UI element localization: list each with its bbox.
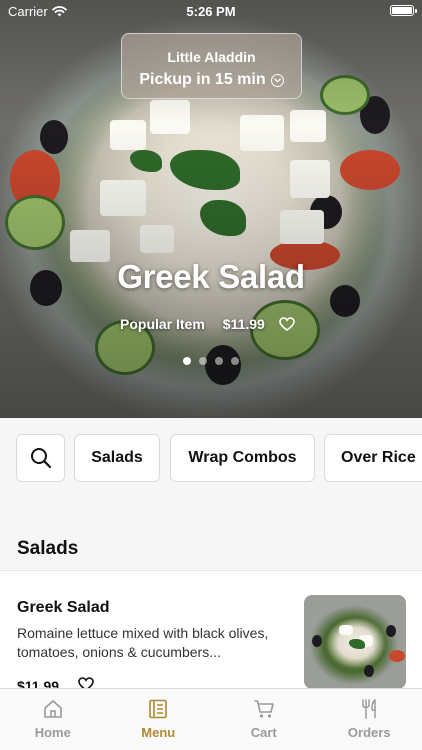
hero-price: $11.99	[222, 316, 265, 332]
search-icon	[30, 448, 51, 469]
item-name: Greek Salad	[17, 599, 110, 616]
fork-knife-icon	[362, 699, 376, 719]
feta-shape	[339, 625, 353, 635]
item-thumbnail[interactable]	[304, 595, 406, 689]
favorite-heart-icon[interactable]	[279, 317, 295, 331]
category-chip-over-rice[interactable]: Over Rice	[324, 434, 422, 482]
pickup-time: Pickup in 15 min	[139, 71, 266, 88]
menu-icon	[149, 699, 168, 719]
clock: 5:26 PM	[186, 4, 236, 19]
category-bar: Salads Wrap Combos Over Rice	[0, 418, 422, 500]
tab-menu[interactable]: Menu	[106, 689, 212, 750]
store-pickup-selector[interactable]: Little Aladdin Pickup in 15 min	[121, 33, 302, 99]
tab-cart[interactable]: Cart	[211, 689, 317, 750]
hero-meta: Popular Item $11.99	[120, 316, 295, 332]
hero-banner[interactable]: Carrier 5:26 PM Little Aladdin Pickup in…	[0, 0, 422, 418]
category-chip-salads[interactable]: Salads	[74, 434, 160, 482]
popular-tag: Popular Item	[120, 316, 205, 332]
olive-shape	[364, 665, 374, 677]
herb-shape	[349, 639, 365, 649]
section-header: Salads	[0, 520, 422, 570]
tab-label: Cart	[250, 725, 277, 740]
tab-label: Menu	[141, 725, 176, 740]
carousel-dot[interactable]	[183, 357, 191, 365]
carousel-dot[interactable]	[199, 357, 207, 365]
tomato-shape	[389, 650, 405, 662]
status-bar: Carrier 5:26 PM	[0, 0, 422, 22]
home-icon	[43, 700, 62, 718]
menu-item[interactable]: Greek Salad Romaine lettuce mixed with b…	[0, 571, 422, 694]
hero-title: Greek Salad	[117, 258, 305, 295]
carousel-dot[interactable]	[215, 357, 223, 365]
tab-label: Home	[34, 725, 71, 740]
tab-orders[interactable]: Orders	[317, 689, 422, 750]
battery-icon	[390, 5, 417, 16]
olive-shape	[312, 635, 322, 647]
carousel-dots[interactable]	[0, 357, 422, 365]
olive-shape	[386, 625, 396, 637]
pickup-row: Pickup in 15 min	[122, 71, 301, 89]
item-description: Romaine lettuce mixed with black olives,…	[17, 625, 269, 660]
section-title: Salads	[17, 538, 79, 559]
category-chip-wrap-combos[interactable]: Wrap Combos	[170, 434, 315, 482]
chevron-down-icon	[270, 73, 284, 87]
cart-icon	[254, 700, 274, 718]
tab-home[interactable]: Home	[0, 689, 106, 750]
tab-label: Orders	[347, 725, 391, 740]
search-button[interactable]	[16, 434, 65, 482]
carousel-dot[interactable]	[231, 357, 239, 365]
tab-bar: Home Menu Cart Orders	[0, 688, 422, 750]
store-name: Little Aladdin	[167, 49, 256, 65]
